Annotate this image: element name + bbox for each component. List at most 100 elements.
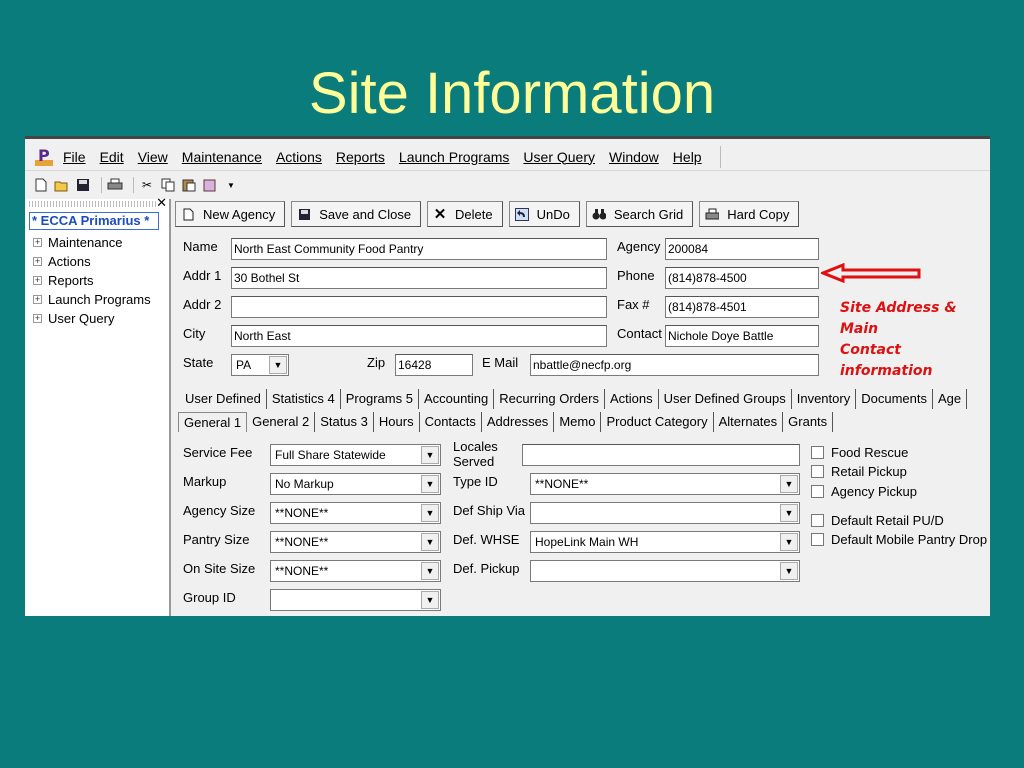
tab-age[interactable]: Age xyxy=(933,389,968,409)
delete-button[interactable]: ✕ Delete xyxy=(427,201,503,227)
search-grid-button[interactable]: Search Grid xyxy=(585,201,694,227)
hard-copy-button[interactable]: Hard Copy xyxy=(699,201,800,227)
dropdown-arrow-icon[interactable]: ▼ xyxy=(421,475,439,493)
zip-field[interactable]: 16428 xyxy=(395,354,473,376)
copy-icon[interactable] xyxy=(160,177,176,193)
default-mobile-checkbox[interactable]: Default Mobile Pantry Drop xyxy=(811,532,987,547)
dropdown-arrow-icon[interactable]: ▼ xyxy=(421,591,439,609)
tab-programs[interactable]: Programs 5 xyxy=(341,389,419,409)
locales-served-field[interactable] xyxy=(522,444,800,466)
menu-maintenance[interactable]: Maintenance xyxy=(182,149,262,165)
save-and-close-button[interactable]: Save and Close xyxy=(291,201,422,227)
dropdown-arrow-icon[interactable]: ▼ xyxy=(269,356,287,374)
tab-inventory[interactable]: Inventory xyxy=(792,389,857,409)
food-rescue-checkbox[interactable]: Food Rescue xyxy=(811,445,908,460)
paste-special-icon[interactable] xyxy=(202,177,218,193)
checkbox-box[interactable] xyxy=(811,465,824,478)
tab-product-category[interactable]: Product Category xyxy=(601,412,714,432)
dropdown-arrow-icon[interactable]: ▼ xyxy=(780,533,798,551)
addr1-field[interactable]: 30 Bothel St xyxy=(231,267,607,289)
menu-view[interactable]: View xyxy=(138,149,168,165)
group-id-select[interactable]: ▼ xyxy=(270,589,441,611)
menu-user-query[interactable]: User Query xyxy=(523,149,595,165)
pantry-size-select[interactable]: **NONE** ▼ xyxy=(270,531,441,553)
tab-hours[interactable]: Hours xyxy=(374,412,420,432)
type-id-select[interactable]: **NONE** ▼ xyxy=(530,473,800,495)
def-pickup-select[interactable]: ▼ xyxy=(530,560,800,582)
menu-launch-programs[interactable]: Launch Programs xyxy=(399,149,510,165)
open-folder-icon[interactable] xyxy=(54,177,70,193)
expand-icon[interactable]: + xyxy=(33,238,42,247)
menu-edit[interactable]: Edit xyxy=(100,149,124,165)
tab-user-defined[interactable]: User Defined xyxy=(180,389,267,409)
tab-alternates[interactable]: Alternates xyxy=(714,412,784,432)
name-field[interactable]: North East Community Food Pantry xyxy=(231,238,607,260)
checkbox-box[interactable] xyxy=(811,446,824,459)
agency-field[interactable]: 200084 xyxy=(665,238,819,260)
new-agency-button[interactable]: New Agency xyxy=(175,201,286,227)
sidebar-item-launch-programs[interactable]: + Launch Programs xyxy=(33,290,151,309)
city-field[interactable]: North East xyxy=(231,325,607,347)
fax-field[interactable]: (814)878-4501 xyxy=(665,296,819,318)
sidebar-item-maintenance[interactable]: + Maintenance xyxy=(33,233,151,252)
def-ship-via-select[interactable]: ▼ xyxy=(530,502,800,524)
addr2-field[interactable] xyxy=(231,296,607,318)
print-icon[interactable] xyxy=(107,177,123,193)
tab-memo[interactable]: Memo xyxy=(554,412,602,432)
tab-addresses[interactable]: Addresses xyxy=(482,412,555,432)
dropdown-arrow-icon[interactable]: ▼ xyxy=(223,177,239,193)
tab-actions[interactable]: Actions xyxy=(605,389,659,409)
paste-icon[interactable] xyxy=(181,177,197,193)
tab-grants[interactable]: Grants xyxy=(783,412,834,432)
dropdown-arrow-icon[interactable]: ▼ xyxy=(421,533,439,551)
dropdown-arrow-icon[interactable]: ▼ xyxy=(780,562,798,580)
expand-icon[interactable]: + xyxy=(33,295,42,304)
dropdown-arrow-icon[interactable]: ▼ xyxy=(780,504,798,522)
checkbox-box[interactable] xyxy=(811,533,824,546)
sidebar-item-reports[interactable]: + Reports xyxy=(33,271,151,290)
markup-select[interactable]: No Markup ▼ xyxy=(270,473,441,495)
contact-field[interactable]: Nichole Doye Battle xyxy=(665,325,819,347)
agency-pickup-checkbox[interactable]: Agency Pickup xyxy=(811,484,917,499)
expand-icon[interactable]: + xyxy=(33,314,42,323)
sidebar-item-actions[interactable]: + Actions xyxy=(33,252,151,271)
tab-documents[interactable]: Documents xyxy=(856,389,933,409)
tab-recurring-orders[interactable]: Recurring Orders xyxy=(494,389,605,409)
expand-icon[interactable]: + xyxy=(33,276,42,285)
email-field[interactable]: nbattle@necfp.org xyxy=(530,354,819,376)
tab-accounting[interactable]: Accounting xyxy=(419,389,495,409)
save-icon[interactable] xyxy=(75,177,91,193)
sidebar-selected-agency[interactable]: * ECCA Primarius * xyxy=(29,212,159,230)
def-whse-select[interactable]: HopeLink Main WH ▼ xyxy=(530,531,800,553)
dropdown-arrow-icon[interactable]: ▼ xyxy=(421,562,439,580)
checkbox-box[interactable] xyxy=(811,514,824,527)
dropdown-arrow-icon[interactable]: ▼ xyxy=(421,446,439,464)
retail-pickup-checkbox[interactable]: Retail Pickup xyxy=(811,464,907,479)
tab-status[interactable]: Status 3 xyxy=(315,412,374,432)
on-site-size-select[interactable]: **NONE** ▼ xyxy=(270,560,441,582)
default-retail-checkbox[interactable]: Default Retail PU/D xyxy=(811,513,944,528)
new-file-icon[interactable] xyxy=(33,177,49,193)
phone-field[interactable]: (814)878-4500 xyxy=(665,267,819,289)
menu-actions[interactable]: Actions xyxy=(276,149,322,165)
agency-size-select[interactable]: **NONE** ▼ xyxy=(270,502,441,524)
tab-general-2[interactable]: General 2 xyxy=(247,412,316,432)
service-fee-select[interactable]: Full Share Statewide ▼ xyxy=(270,444,441,466)
state-select[interactable]: PA ▼ xyxy=(231,354,289,376)
tab-statistics[interactable]: Statistics 4 xyxy=(267,389,341,409)
undo-button[interactable]: UnDo xyxy=(508,201,580,227)
expand-icon[interactable]: + xyxy=(33,257,42,266)
tab-user-defined-groups[interactable]: User Defined Groups xyxy=(659,389,792,409)
tab-contacts[interactable]: Contacts xyxy=(420,412,482,432)
close-icon[interactable]: ✕ xyxy=(156,195,167,211)
sidebar-grip[interactable] xyxy=(29,201,157,207)
cut-icon[interactable]: ✂ xyxy=(139,177,155,193)
tab-general-1[interactable]: General 1 xyxy=(178,412,248,432)
menu-help[interactable]: Help xyxy=(673,149,702,165)
menu-file[interactable]: File xyxy=(63,149,86,165)
checkbox-box[interactable] xyxy=(811,485,824,498)
dropdown-arrow-icon[interactable]: ▼ xyxy=(421,504,439,522)
menu-window[interactable]: Window xyxy=(609,149,659,165)
menu-reports[interactable]: Reports xyxy=(336,149,385,165)
sidebar-item-user-query[interactable]: + User Query xyxy=(33,309,151,328)
